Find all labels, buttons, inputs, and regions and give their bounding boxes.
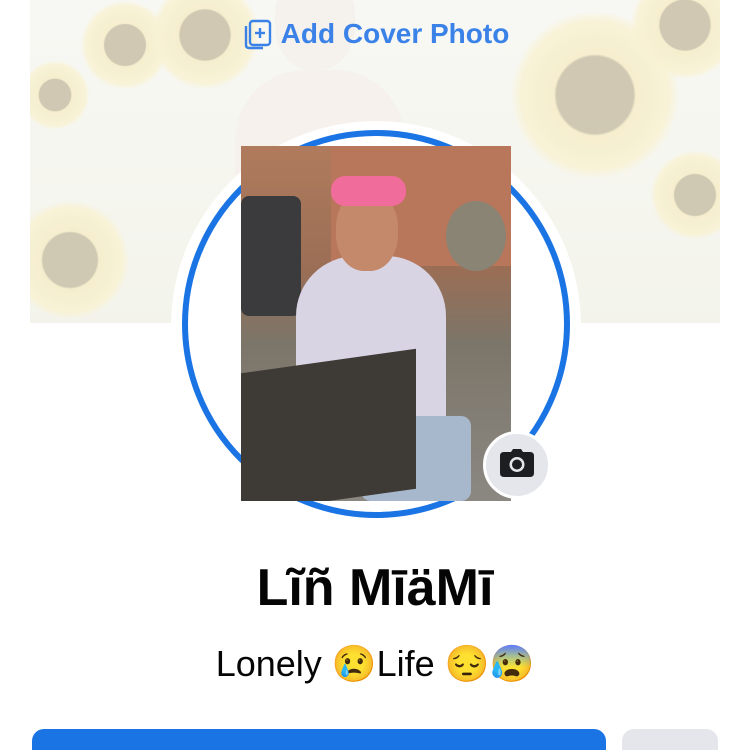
camera-icon: [500, 448, 534, 482]
more-options-button[interactable]: [622, 729, 718, 750]
profile-bio: Lonely 😢Life 😔😰: [215, 643, 535, 684]
add-photo-icon: [241, 18, 273, 50]
add-cover-photo-label: Add Cover Photo: [280, 18, 510, 49]
primary-action-button[interactable]: [32, 729, 606, 750]
change-profile-photo-button[interactable]: [483, 431, 551, 499]
profile-page: Add Cover Photo Lĩñ MīäMī Lonely 😢Life 😔…: [0, 0, 750, 750]
profile-photo[interactable]: [241, 146, 511, 501]
add-cover-photo-button[interactable]: Add Cover Photo: [0, 18, 750, 50]
profile-name: Lĩñ MīäMī: [256, 559, 494, 617]
